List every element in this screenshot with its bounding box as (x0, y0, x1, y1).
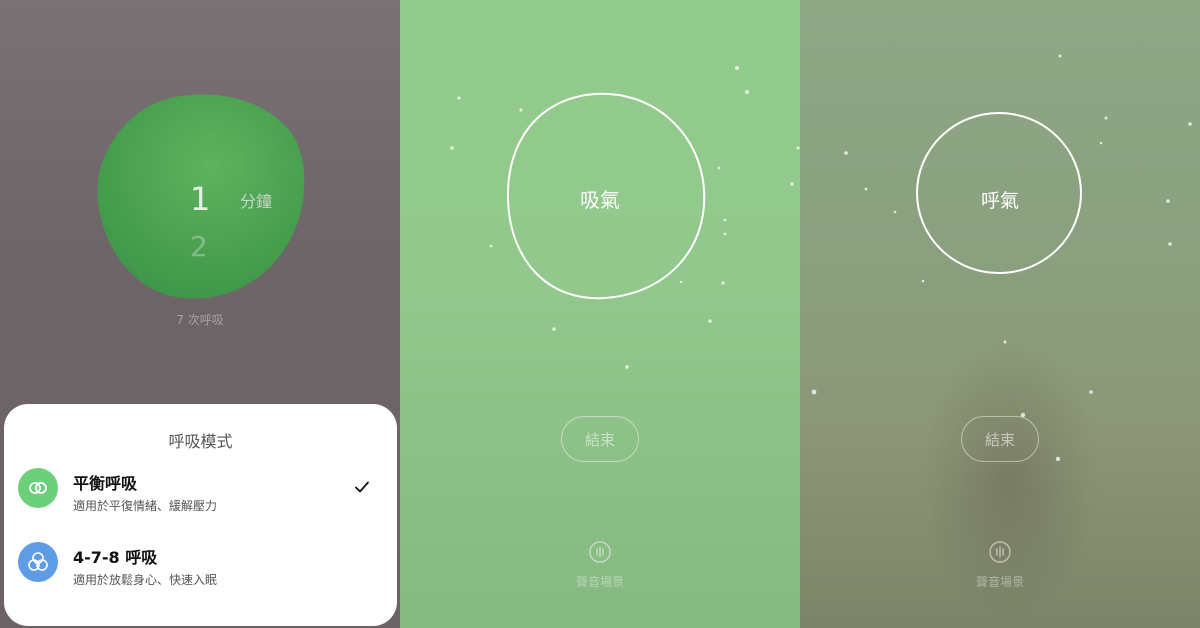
end-button[interactable]: 結束 (961, 416, 1039, 462)
sound-scene-label[interactable]: 聲音場景 (800, 573, 1200, 590)
overlapping-circles-icon (18, 542, 58, 582)
duration-next-value[interactable]: 2 (190, 230, 208, 263)
mode-description: 適用於放鬆身心、快速入眠 (73, 573, 218, 587)
sound-scene-icon[interactable] (988, 540, 1012, 564)
inhale-screen: 吸氣 結束 聲音場景 (400, 0, 800, 628)
mode-option-balanced[interactable]: 平衡呼吸 適用於平復情緒、緩解壓力 (4, 462, 397, 526)
mode-title: 平衡呼吸 (73, 474, 138, 493)
inhale-phase-label: 吸氣 (580, 188, 620, 212)
sound-scene-icon[interactable] (588, 540, 612, 564)
duration-unit-label: 分鐘 (240, 192, 273, 211)
check-icon (355, 481, 369, 493)
exhale-animation (811, 54, 1192, 462)
exhale-screen: 呼氣 結束 聲音場景 (800, 0, 1200, 628)
end-button[interactable]: 結束 (561, 416, 639, 462)
mode-description: 適用於平復情緒、緩解壓力 (73, 499, 218, 513)
interlocking-rings-icon (18, 468, 58, 508)
breath-count-label: 7 次呼吸 (176, 313, 224, 327)
duration-selected-value[interactable]: 1 (190, 180, 210, 218)
breathing-mode-sheet: 呼吸模式 平衡呼吸 適用於平復情緒、緩解壓力 4-7-8 呼吸 適用於放鬆身心、… (4, 404, 397, 626)
sheet-title: 呼吸模式 (168, 432, 233, 451)
sound-scene-label[interactable]: 聲音場景 (400, 573, 800, 590)
mode-title: 4-7-8 呼吸 (73, 548, 158, 567)
mode-option-4-7-8[interactable]: 4-7-8 呼吸 適用於放鬆身心、快速入眠 (4, 536, 397, 600)
duration-picker-screen: 1 2 分鐘 7 次呼吸 呼吸模式 平衡呼吸 適用於平復情緒、緩解壓力 4-7-… (0, 0, 400, 628)
inhale-animation (450, 66, 800, 369)
exhale-phase-label: 呼氣 (980, 190, 1019, 212)
